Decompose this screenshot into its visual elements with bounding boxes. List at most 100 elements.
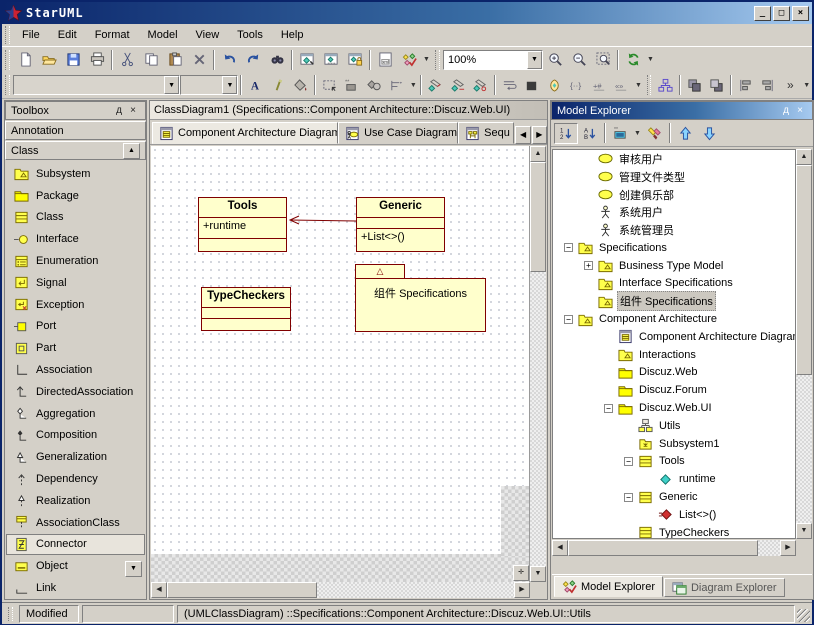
align-button[interactable]	[386, 75, 409, 96]
fmt-solid-button[interactable]	[521, 75, 544, 96]
dropdown-arrow-icon[interactable]: ▼	[527, 51, 542, 69]
toolbar-grip[interactable]	[5, 75, 10, 96]
save-button[interactable]	[61, 49, 85, 70]
vscroll-thumb[interactable]	[796, 165, 812, 375]
zoom-area-button[interactable]	[591, 49, 615, 70]
menu-file[interactable]: File	[13, 26, 49, 44]
collapse-icon[interactable]: −	[564, 315, 573, 324]
sort-alpha-button[interactable]: AB	[578, 123, 602, 144]
zoom-out-button[interactable]	[567, 49, 591, 70]
close-icon[interactable]: ×	[793, 105, 807, 116]
dropdown-arrow-icon[interactable]: ▼	[802, 75, 812, 96]
find-button[interactable]	[265, 49, 289, 70]
uml-class-typecheckers[interactable]: TypeCheckers	[201, 287, 291, 331]
dropdown-arrow-icon[interactable]: ▼	[164, 76, 179, 94]
fmt-plus-button[interactable]: +#	[588, 75, 611, 96]
add-model-button[interactable]	[319, 49, 343, 70]
scroll-left-icon[interactable]: ◀	[552, 540, 568, 556]
menu-format[interactable]: Format	[86, 26, 139, 44]
scroll-down-icon[interactable]: ▼	[530, 566, 546, 582]
verify-model-button[interactable]	[397, 49, 421, 70]
overflow-chevron-icon[interactable]: »	[779, 75, 802, 96]
send-back-button[interactable]	[705, 75, 728, 96]
toolbox-item-signal[interactable]: Signal	[6, 272, 145, 294]
toolbox-item-association[interactable]: Association	[6, 359, 145, 381]
toolbox-item-dependency[interactable]: Dependency	[6, 468, 145, 490]
minimize-button[interactable]: _	[754, 6, 771, 21]
menu-view[interactable]: View	[187, 26, 229, 44]
toolbox-item-exception[interactable]: Exception	[6, 294, 145, 316]
toolbox-item-composition[interactable]: Composition	[6, 425, 145, 447]
menu-model[interactable]: Model	[139, 26, 187, 44]
tree-item--[interactable]: 创建俱乐部	[553, 186, 795, 204]
move-up-button[interactable]	[673, 123, 697, 144]
diagram-canvas[interactable]: Tools+runtimeGeneric+List<>()TypeChecker…	[151, 146, 530, 582]
pan-button[interactable]: ✛	[513, 565, 529, 581]
uml-subsystem-body[interactable]: 组件 Specifications	[355, 278, 486, 332]
zoom-level-combo[interactable]: 100%▼	[443, 50, 543, 70]
scroll-down-icon[interactable]: ▼	[796, 523, 812, 539]
align-h-button[interactable]	[734, 75, 757, 96]
tree-item-typecheckers[interactable]: TypeCheckers	[553, 524, 795, 539]
diagram-tab-component-architecture-diagram[interactable]: Component Architecture Diagram	[152, 122, 338, 144]
tree-item--[interactable]: 系统管理员	[553, 221, 795, 239]
toolbox-item-connector[interactable]: Connector	[6, 534, 145, 556]
fmt-wordwrap-button[interactable]	[498, 75, 521, 96]
expand-icon[interactable]: +	[584, 261, 593, 270]
open-button[interactable]	[37, 49, 61, 70]
pin-icon[interactable]: д	[112, 105, 126, 116]
stereotype-button[interactable]: **	[341, 75, 364, 96]
fmt-auto-button[interactable]	[543, 75, 566, 96]
toolbox-item-class[interactable]: Class	[6, 207, 145, 229]
tree-item-runtime[interactable]: runtime	[553, 470, 795, 488]
align-v-button[interactable]	[757, 75, 780, 96]
toolbar-grip[interactable]	[647, 75, 652, 96]
font-color-button[interactable]: A	[244, 75, 267, 96]
tree-item-discuz-web[interactable]: Discuz.Web	[553, 364, 795, 382]
tree-item--[interactable]: 管理文件类型	[553, 168, 795, 186]
tree-item--specifications[interactable]: 组件 Specifications	[553, 292, 795, 310]
stereotype-display-button[interactable]: **	[608, 123, 632, 144]
vscroll-thumb[interactable]	[530, 162, 546, 272]
delete-button[interactable]	[187, 49, 211, 70]
toolbox-item-aggregation[interactable]: Aggregation	[6, 403, 145, 425]
dropdown-arrow-icon[interactable]: ▼	[408, 75, 418, 96]
add-diagram-button[interactable]	[295, 49, 319, 70]
toolbox-item-part[interactable]: Part	[6, 337, 145, 359]
paste-button[interactable]	[163, 49, 187, 70]
tree-item-business-type-model[interactable]: +Business Type Model	[553, 257, 795, 275]
move-down-button[interactable]	[697, 123, 721, 144]
cut-button[interactable]	[115, 49, 139, 70]
fill-color-button[interactable]	[289, 75, 312, 96]
close-icon[interactable]: ×	[126, 105, 140, 116]
uml-class-tools[interactable]: Tools+runtime	[198, 197, 287, 252]
vis-oper-button[interactable]	[447, 75, 470, 96]
toolbar-grip[interactable]	[5, 26, 10, 44]
fmt-guillemet-button[interactable]: «»	[611, 75, 634, 96]
dropdown-arrow-icon[interactable]: ▼	[222, 76, 237, 94]
tree-item--[interactable]: 审核用户	[553, 150, 795, 168]
toolbox-item-interface[interactable]: Interface	[6, 228, 145, 250]
collapse-icon[interactable]: −	[624, 493, 633, 502]
scroll-up-icon[interactable]: ▲	[796, 149, 812, 165]
print-button[interactable]	[85, 49, 109, 70]
tree-item-interface-specifications[interactable]: Interface Specifications	[553, 275, 795, 293]
lock-element-button[interactable]	[343, 49, 367, 70]
collapse-icon[interactable]: −	[624, 457, 633, 466]
toolbox-item-directedassociation[interactable]: DirectedAssociation	[6, 381, 145, 403]
explorer-tab-diagram-explorer[interactable]: Diagram Explorer	[664, 578, 785, 597]
zoom-in-button[interactable]	[543, 49, 567, 70]
redo-button[interactable]	[241, 49, 265, 70]
scroll-right-icon[interactable]: ▶	[514, 582, 530, 598]
menu-tools[interactable]: Tools	[228, 26, 272, 44]
sort-index-button[interactable]: 12	[554, 123, 578, 144]
menu-edit[interactable]: Edit	[49, 26, 86, 44]
close-button[interactable]: ×	[792, 6, 809, 21]
hscroll-thumb[interactable]	[167, 582, 317, 598]
tree-item-specifications[interactable]: −Specifications	[553, 239, 795, 257]
uml-subsystem-tab[interactable]: △	[355, 264, 405, 278]
dropdown-arrow-icon[interactable]: ▼	[645, 49, 656, 70]
explorer-tab-model-explorer[interactable]: Model Explorer	[554, 576, 663, 597]
diagram-tab-use-case-diagram[interactable]: Use Case Diagram	[338, 122, 458, 144]
tree-item-component-architecture-diagram[interactable]: Component Architecture Diagram	[553, 328, 795, 346]
